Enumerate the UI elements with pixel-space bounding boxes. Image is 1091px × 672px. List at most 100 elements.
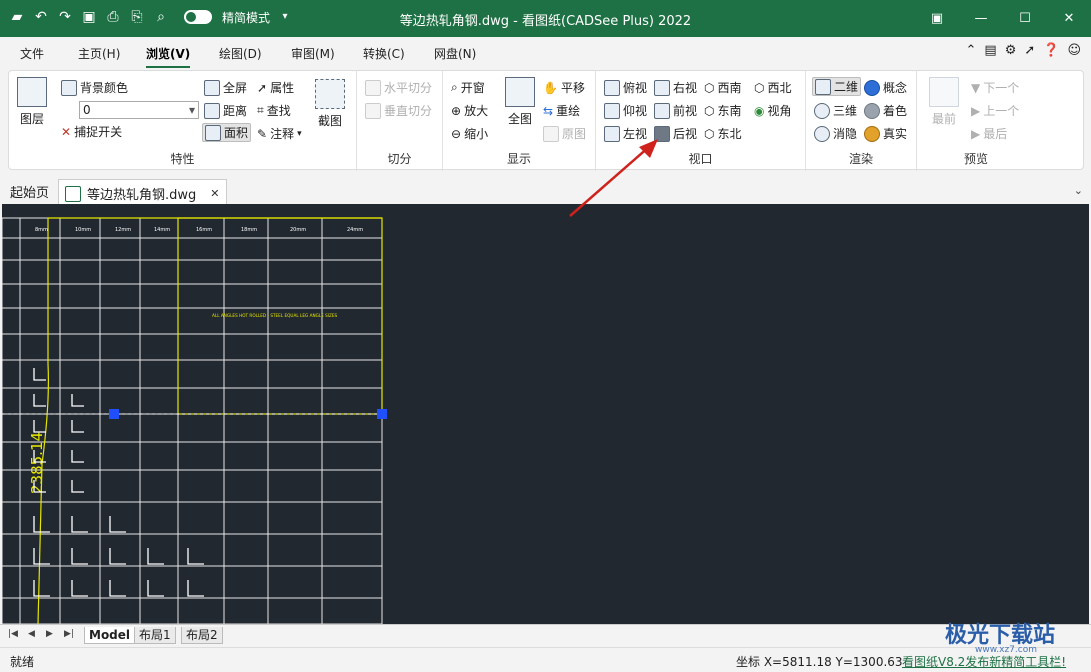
user-icon[interactable]: ☺ [1067, 43, 1081, 58]
restore-layout-icon[interactable]: ▣ [915, 0, 959, 37]
horizontal-cut-button[interactable]: 水平切分 [365, 79, 432, 96]
zoom-out-button[interactable]: ⊖ 缩小 [451, 125, 488, 142]
view-angle-button[interactable]: ◉ 视角 [754, 102, 792, 119]
tab-draw[interactable]: 绘图(D) [219, 45, 262, 62]
minimize-button[interactable]: — [959, 0, 1003, 37]
full-view-button[interactable]: 全图 [505, 77, 535, 127]
maximize-button[interactable]: ☐ [1003, 0, 1047, 37]
cursor-icon[interactable]: ➚ [1024, 43, 1035, 58]
latest-button[interactable]: 最前 [929, 77, 959, 127]
camera-icon [315, 79, 345, 109]
bg-color-button[interactable]: 背景颜色 [61, 79, 128, 96]
pan-button[interactable]: ✋ 平移 [543, 79, 585, 96]
last-button[interactable]: ▶ 最后 [971, 125, 1007, 142]
fullscreen-button[interactable]: 全屏 [204, 79, 247, 96]
bottom-view-button[interactable]: 仰视 [604, 102, 647, 119]
arrow-up-icon: ▶ [971, 103, 981, 118]
2d-render-button[interactable]: 二维 [812, 77, 862, 96]
tab-home[interactable]: 主页(H) [78, 45, 120, 62]
column-headers: 8mm 10mm 12mm 14mm 16mm 18mm 20mm 24mm [35, 227, 363, 233]
angle-symbol [71, 394, 84, 407]
group-label-display: 显示 [506, 152, 531, 166]
tab-view[interactable]: 浏览(V) [146, 45, 191, 68]
arrow-down-icon: ▼ [971, 80, 981, 95]
sw-view-button[interactable]: ⬡ 西南 [704, 79, 742, 96]
collapse-ribbon-icon[interactable]: ⌃ [965, 43, 976, 58]
cube-front-icon [654, 102, 670, 119]
last-layout-icon[interactable]: ▶| [64, 629, 74, 639]
tab-model[interactable]: Model [84, 627, 136, 644]
close-button[interactable]: ✕ [1047, 0, 1091, 37]
ruler-icon [204, 102, 220, 119]
arrow-last-icon: ▶ [971, 126, 981, 141]
right-view-button[interactable]: 右视 [654, 79, 697, 96]
distance-button[interactable]: 距离 [204, 102, 247, 119]
grip-handle-left[interactable] [109, 409, 119, 419]
angle-symbol [187, 580, 204, 597]
find-button[interactable]: ⌗ 查找 [257, 102, 291, 119]
first-layout-icon[interactable]: |◀ [8, 629, 18, 639]
left-view-button[interactable]: 左视 [604, 125, 647, 142]
prev-layout-icon[interactable]: ◀ [28, 629, 35, 639]
column-header: 20mm [290, 227, 306, 233]
close-tab-icon[interactable]: ✕ [210, 187, 219, 200]
shade-render-button[interactable]: 着色 [864, 102, 907, 119]
tab-file[interactable]: 文件 [20, 45, 44, 62]
layer-button[interactable]: 图层 [17, 77, 47, 127]
tab-current-file[interactable]: 等边热轧角钢.dwg ✕ [58, 179, 227, 204]
next-layout-icon[interactable]: ▶ [46, 629, 53, 639]
iso-ne-icon: ⬡ [704, 126, 715, 141]
sphere-gold-icon [864, 125, 880, 142]
nw-view-button[interactable]: ⬡ 西北 [754, 79, 792, 96]
vertical-cut-button[interactable]: 垂直切分 [365, 102, 432, 119]
layer-combo[interactable]: 0 [79, 101, 199, 119]
original-icon [543, 125, 559, 142]
tab-layout-1[interactable]: 布局1 [134, 627, 176, 644]
horizontal-split-icon [365, 79, 381, 96]
status-ready: 就绪 [10, 655, 35, 669]
screenshot-button[interactable]: 截图 [315, 79, 345, 129]
status-coordinates: 坐标 X=5811.18 Y=1300.63 [736, 655, 903, 669]
layout-tab-bar: |◀ ◀ ▶ ▶| Model 布局1 布局2 [0, 624, 1091, 646]
annotate-button[interactable]: ✎ 注释 ▾ [257, 125, 302, 142]
concept-render-button[interactable]: 概念 [864, 79, 907, 96]
tab-review[interactable]: 审图(M) [291, 45, 335, 62]
tab-convert[interactable]: 转换(C) [363, 45, 405, 62]
drawing-canvas[interactable]: 8mm 10mm 12mm 14mm 16mm 18mm 20mm 24mm ALL ANGL… [2, 204, 1089, 624]
yellow-curve-line [37, 218, 49, 624]
open-window-button[interactable]: ⌕ 开窗 [451, 79, 485, 96]
group-render: 二维 三维 消隐 概念 着色 真实 渲染 [806, 71, 917, 171]
redraw-button[interactable]: ⇆ 重绘 [543, 102, 580, 119]
angle-symbol [71, 480, 84, 493]
tab-layout-2[interactable]: 布局2 [181, 627, 223, 644]
column-header: 16mm [196, 227, 212, 233]
tab-start-page[interactable]: 起始页 [10, 182, 49, 201]
menu-right-tools: ⌃ ▤ ⚙ ➚ ❓ ☺ [965, 43, 1081, 58]
prev-button[interactable]: ▶ 上一个 [971, 102, 1019, 119]
settings-icon[interactable]: ⚙ [1005, 43, 1017, 58]
news-link[interactable]: 看图纸V8.2发布新精简工具栏! [902, 653, 1066, 670]
back-view-button[interactable]: 后视 [654, 125, 697, 142]
top-view-button[interactable]: 俯视 [604, 79, 647, 96]
tab-cloud[interactable]: 网盘(N) [434, 45, 476, 62]
snap-toggle-button[interactable]: ✕ 捕捉开关 [61, 123, 122, 140]
angle-symbol [109, 516, 126, 533]
original-button[interactable]: 原图 [543, 125, 586, 142]
se-view-button[interactable]: ⬡ 东南 [704, 102, 742, 119]
grip-handle-right[interactable] [377, 409, 387, 419]
next-button[interactable]: ▼ 下一个 [971, 79, 1019, 96]
tabs-dropdown-icon[interactable]: ⌄ [1074, 184, 1083, 197]
panel-icon[interactable]: ▤ [984, 43, 996, 58]
hide-render-button[interactable]: 消隐 [814, 125, 857, 142]
ne-view-button[interactable]: ⬡ 东北 [704, 125, 742, 142]
zoom-in-button[interactable]: ⊕ 放大 [451, 102, 488, 119]
3d-render-button[interactable]: 三维 [814, 102, 857, 119]
attribute-button[interactable]: ➚ 属性 [257, 79, 294, 96]
paint-bucket-icon [61, 79, 77, 96]
ribbon: 图层 背景颜色 0 ✕ 捕捉开关 全屏 ➚ 属性 距离 ⌗ 查找 面积 [8, 70, 1084, 171]
angle-symbol [33, 394, 46, 407]
front-view-button[interactable]: 前视 [654, 102, 697, 119]
real-render-button[interactable]: 真实 [864, 125, 907, 142]
help-icon[interactable]: ❓ [1043, 43, 1059, 58]
area-button[interactable]: 面积 [202, 123, 252, 142]
